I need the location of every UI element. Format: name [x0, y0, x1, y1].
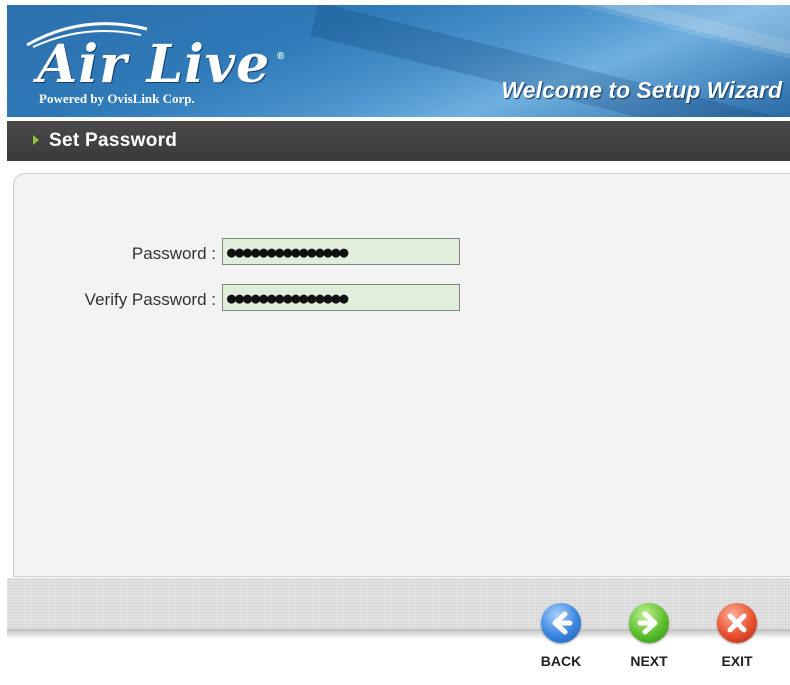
next-label: NEXT: [630, 653, 668, 669]
password-input[interactable]: [222, 238, 460, 265]
next-button[interactable]: NEXT: [617, 603, 677, 675]
exit-button[interactable]: EXIT: [705, 603, 765, 675]
back-label: BACK: [540, 653, 582, 669]
content-panel: Password : Verify Password :: [13, 173, 790, 577]
password-row: Password :: [14, 238, 790, 268]
password-label: Password :: [131, 244, 216, 263]
verify-password-input[interactable]: [222, 284, 460, 311]
section-bar: Set Password: [7, 121, 790, 161]
triangle-right-icon: [33, 135, 39, 145]
verify-password-label: Verify Password :: [84, 290, 216, 309]
exit-label: EXIT: [721, 653, 753, 669]
arrow-left-icon: [541, 603, 581, 643]
setup-wizard: Air Live ® Powered by OvisLink Corp. Wel…: [7, 5, 790, 685]
header-banner: Air Live ® Powered by OvisLink Corp. Wel…: [7, 5, 790, 117]
arrow-right-icon: [629, 603, 669, 643]
back-button[interactable]: BACK: [529, 603, 589, 675]
verify-password-row: Verify Password :: [14, 284, 790, 314]
wizard-title: Welcome to Setup Wizard: [501, 77, 782, 103]
logo-subtitle: Powered by OvisLink Corp.: [39, 91, 195, 106]
airlive-logo: Air Live: [37, 34, 271, 95]
close-x-icon: [717, 603, 757, 643]
section-title: Set Password: [49, 130, 178, 151]
logo-registered-mark: ®: [277, 51, 285, 62]
